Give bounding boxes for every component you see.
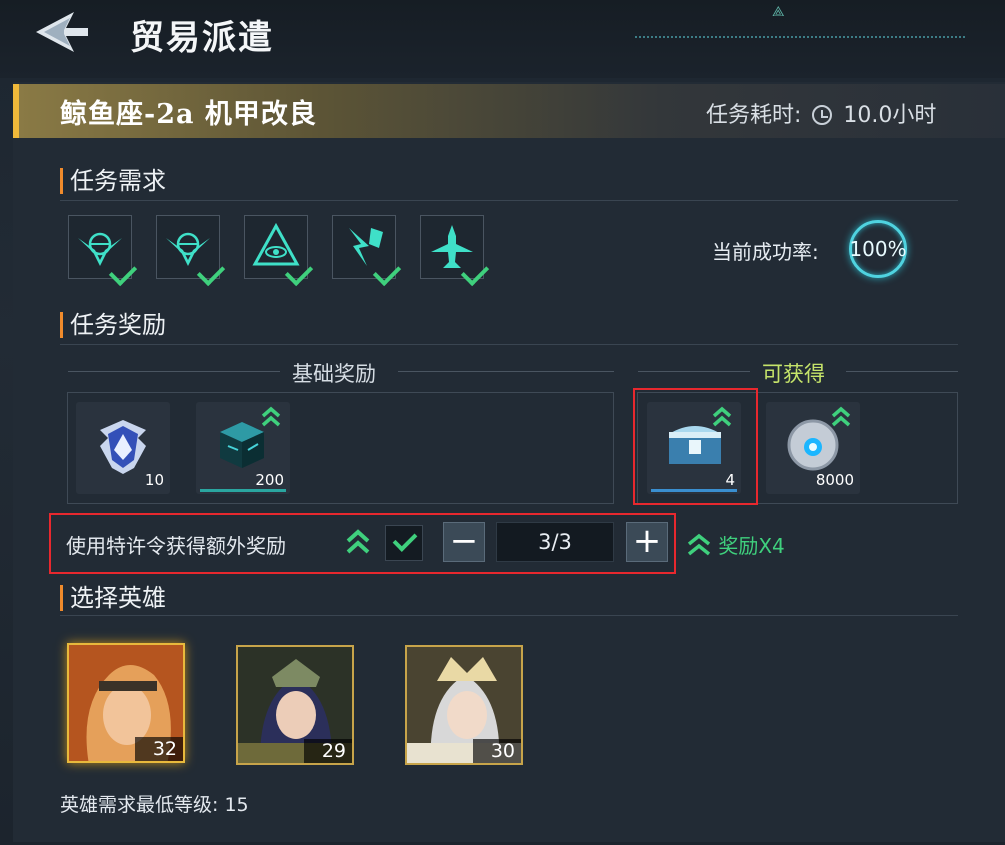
back-arrow-icon — [36, 12, 88, 52]
page-title: 贸易派遣 — [130, 18, 274, 58]
requirements-title: 任务需求 — [60, 168, 166, 194]
reward-quantity: 10 — [144, 471, 164, 489]
decrease-button[interactable]: − — [443, 522, 485, 562]
triangle-logo-icon: ⟁ — [772, 4, 785, 20]
reward-quantity: 200 — [255, 471, 284, 489]
mission-name: 鲸鱼座-2a 机甲改良 — [60, 99, 317, 130]
upgrade-arrows-icon — [261, 406, 281, 427]
divider — [68, 371, 280, 372]
upgrade-arrows-icon — [346, 529, 370, 554]
duration-label: 任务耗时: — [706, 103, 802, 128]
reward-quantity: 8000 — [815, 471, 854, 489]
duration-value: 10.0小时 — [843, 103, 937, 128]
reward-item[interactable]: 200 — [196, 402, 290, 494]
available-rewards-label: 可获得 — [762, 362, 825, 386]
requirement-slot[interactable] — [332, 215, 402, 287]
back-button[interactable] — [30, 8, 92, 56]
min-level-label: 英雄需求最低等级: — [60, 794, 219, 816]
mission-duration: 任务耗时: 10.0小时 — [706, 97, 936, 129]
increase-button[interactable]: + — [626, 522, 668, 562]
min-level-value: 15 — [224, 794, 249, 816]
bonus-multiplier: 奖励X4 — [686, 530, 785, 559]
hero-card-selected[interactable]: 32 — [67, 643, 185, 763]
header-decoration — [635, 36, 965, 42]
hero-level: 30 — [473, 739, 521, 763]
rank-badge-icon — [100, 420, 146, 474]
permit-count: 3/3 — [496, 522, 614, 562]
permit-checkbox[interactable] — [385, 525, 423, 561]
clock-icon — [812, 105, 833, 125]
divider — [638, 371, 750, 372]
hero-min-level: 英雄需求最低等级: 15 — [60, 790, 249, 817]
success-rate-label: 当前成功率: — [712, 240, 819, 264]
divider — [846, 371, 958, 372]
requirement-slot[interactable] — [68, 215, 138, 287]
section-divider — [60, 344, 958, 345]
highlight-box — [633, 388, 758, 505]
reward-item[interactable]: 10 — [76, 402, 170, 494]
basic-rewards-label: 基础奖励 — [292, 362, 376, 386]
rewards-title: 任务奖励 — [60, 312, 166, 338]
hero-level: 32 — [135, 737, 183, 761]
rarity-bar — [200, 489, 286, 492]
hero-card[interactable]: 30 — [405, 645, 523, 765]
upgrade-arrows-icon — [687, 533, 711, 556]
section-divider — [60, 615, 958, 616]
divider — [398, 371, 614, 372]
hero-card[interactable]: 29 — [236, 645, 354, 765]
requirement-slot[interactable] — [156, 215, 226, 287]
permit-label: 使用特许令获得额外奖励 — [66, 534, 286, 558]
section-divider — [60, 200, 958, 201]
bonus-label: 奖励X4 — [718, 534, 785, 558]
requirement-slot[interactable] — [420, 215, 490, 287]
hero-level: 29 — [304, 739, 352, 763]
heroes-title: 选择英雄 — [60, 585, 166, 611]
requirement-slot[interactable] — [244, 215, 314, 287]
upgrade-arrows-icon — [831, 406, 851, 427]
success-rate-value: 100% — [849, 220, 907, 278]
reward-item[interactable]: 8000 — [766, 402, 860, 494]
